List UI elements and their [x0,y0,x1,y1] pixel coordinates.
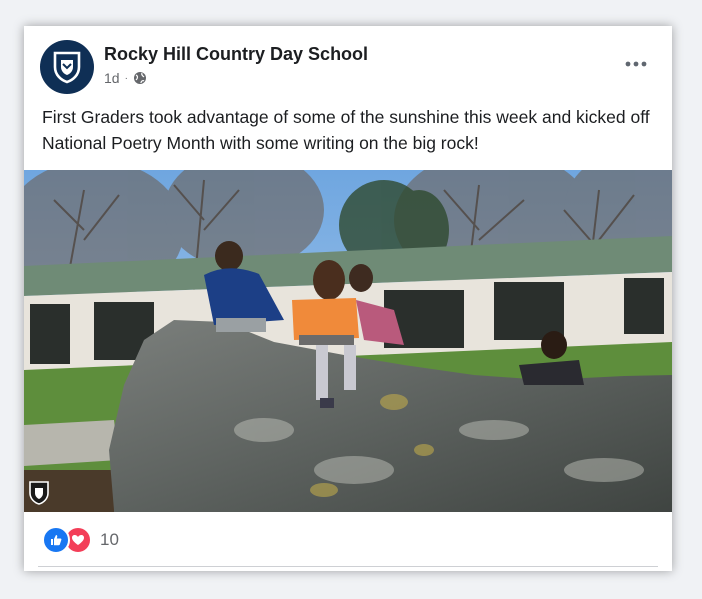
shield-logo-icon [53,51,81,84]
post-meta: 1d · [104,70,147,86]
actions-divider [38,566,658,567]
globe-icon[interactable] [133,71,147,85]
school-logo-watermark-icon [29,481,49,505]
post-text: First Graders took advantage of some of … [42,107,650,153]
post-header: Rocky Hill Country Day School 1d · [40,40,656,94]
reactions-summary[interactable]: 10 [42,526,119,554]
post-timestamp[interactable]: 1d [104,70,120,86]
reaction-count: 10 [100,530,119,549]
school-logo-watermark [28,480,50,506]
meta-separator: · [124,72,128,84]
more-options-icon [625,61,647,67]
facebook-post-card: Rocky Hill Country Day School 1d · First… [24,26,672,571]
more-options-button[interactable] [620,54,652,74]
school-avatar[interactable] [40,40,94,94]
post-photo[interactable] [24,170,672,512]
author-name-link[interactable]: Rocky Hill Country Day School [104,44,368,65]
like-reaction-icon [42,526,70,554]
photo-scene [24,170,672,512]
